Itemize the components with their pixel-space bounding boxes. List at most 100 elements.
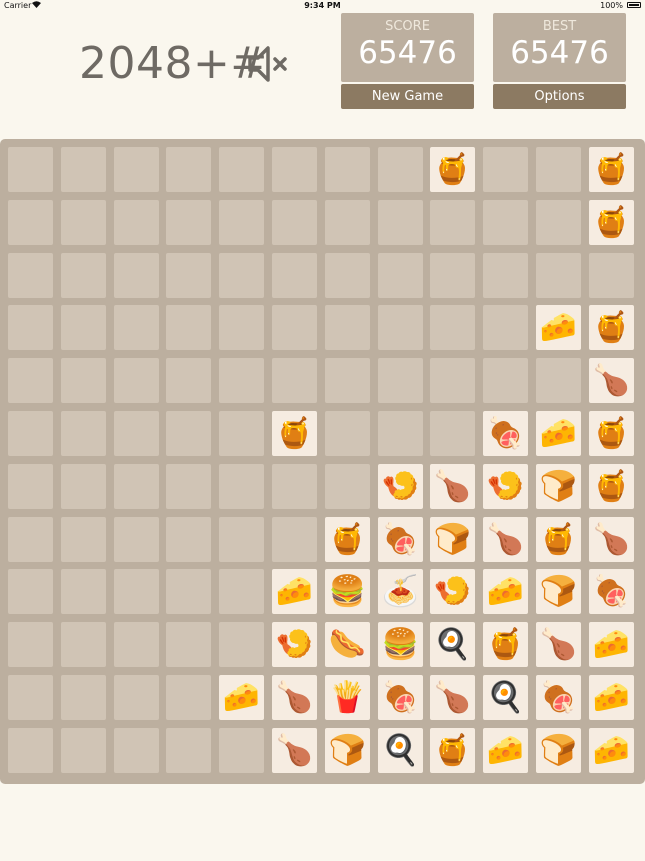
empty-cell: [114, 305, 159, 350]
empty-cell: [61, 200, 106, 245]
empty-cell: [219, 305, 264, 350]
empty-cell: [325, 200, 370, 245]
empty-cell: [61, 464, 106, 509]
empty-cell: [378, 147, 423, 192]
meat-on-bone-tile: 🍖: [483, 411, 528, 456]
empty-cell: [8, 358, 53, 403]
options-button[interactable]: Options: [493, 84, 626, 109]
score-box: SCORE 65476: [341, 13, 474, 82]
empty-cell: [61, 253, 106, 298]
fried-shrimp-tile: 🍤: [483, 464, 528, 509]
empty-cell: [219, 411, 264, 456]
empty-cell: [430, 358, 475, 403]
best-score-box: BEST 65476: [493, 13, 626, 82]
frying-pan-tile: 🍳: [483, 675, 528, 720]
cheese-tile: 🧀: [536, 411, 581, 456]
french-fries-tile: 🍟: [325, 675, 370, 720]
empty-cell: [8, 147, 53, 192]
empty-cell: [483, 305, 528, 350]
honey-pot-tile: 🍯: [589, 200, 634, 245]
best-value: 65476: [510, 35, 609, 71]
empty-cell: [272, 517, 317, 562]
empty-cell: [166, 305, 211, 350]
empty-cell: [114, 358, 159, 403]
honey-pot-tile: 🍯: [430, 728, 475, 773]
spaghetti-tile: 🍝: [378, 569, 423, 614]
empty-cell: [325, 253, 370, 298]
empty-cell: [219, 200, 264, 245]
status-bar: Carrier 9:34 PM 100%: [0, 0, 645, 13]
empty-cell: [536, 253, 581, 298]
empty-cell: [61, 411, 106, 456]
empty-cell: [61, 728, 106, 773]
bread-tile: 🍞: [325, 728, 370, 773]
clock-time: 9:34 PM: [304, 1, 341, 10]
poultry-leg-tile: 🍗: [589, 517, 634, 562]
empty-cell: [114, 200, 159, 245]
cheese-tile: 🧀: [536, 305, 581, 350]
empty-cell: [430, 411, 475, 456]
empty-cell: [219, 569, 264, 614]
fried-shrimp-tile: 🍤: [378, 464, 423, 509]
poultry-leg-tile: 🍗: [272, 728, 317, 773]
empty-cell: [378, 305, 423, 350]
empty-cell: [8, 305, 53, 350]
empty-cell: [325, 305, 370, 350]
empty-cell: [272, 147, 317, 192]
honey-pot-tile: 🍯: [589, 411, 634, 456]
best-label: BEST: [542, 19, 577, 34]
bread-tile: 🍞: [430, 517, 475, 562]
empty-cell: [219, 358, 264, 403]
empty-cell: [8, 569, 53, 614]
empty-cell: [8, 464, 53, 509]
empty-cell: [166, 569, 211, 614]
empty-cell: [166, 675, 211, 720]
hot-dog-tile: 🌭: [325, 622, 370, 667]
game-board[interactable]: 🍯 🍯 🍯 🧀 🍯 🍗 🍯 🍖 🧀 🍯 🍤 🍗 🍤 🍞 🍯 🍯 🍖 🍞 🍗 🍯 🍗 🧀 🍔 🍝 🍤 🧀 🍞 🍖 🍤 🌭 🍔 🍳 🍯 🍗 🧀 🧀 🍗 🍟 🍖 🍗…: [0, 139, 645, 784]
meat-on-bone-tile: 🍖: [536, 675, 581, 720]
empty-cell: [536, 147, 581, 192]
empty-cell: [8, 622, 53, 667]
empty-cell: [114, 517, 159, 562]
empty-cell: [272, 358, 317, 403]
empty-cell: [430, 200, 475, 245]
cheese-tile: 🧀: [483, 728, 528, 773]
game-title: 2048+#: [79, 38, 268, 89]
empty-cell: [61, 305, 106, 350]
honey-pot-tile: 🍯: [325, 517, 370, 562]
empty-cell: [219, 728, 264, 773]
empty-cell: [61, 622, 106, 667]
fried-shrimp-tile: 🍤: [430, 569, 475, 614]
empty-cell: [166, 464, 211, 509]
empty-cell: [114, 675, 159, 720]
empty-cell: [8, 517, 53, 562]
score-label: SCORE: [385, 19, 430, 34]
poultry-leg-tile: 🍗: [272, 675, 317, 720]
empty-cell: [378, 358, 423, 403]
empty-cell: [114, 569, 159, 614]
empty-cell: [430, 253, 475, 298]
empty-cell: [61, 147, 106, 192]
speaker-muted-icon[interactable]: [247, 44, 291, 84]
new-game-button[interactable]: New Game: [341, 84, 474, 109]
empty-cell: [536, 358, 581, 403]
empty-cell: [378, 200, 423, 245]
cheese-tile: 🧀: [272, 569, 317, 614]
cheese-tile: 🧀: [483, 569, 528, 614]
empty-cell: [430, 305, 475, 350]
empty-cell: [114, 253, 159, 298]
empty-cell: [325, 411, 370, 456]
honey-pot-tile: 🍯: [483, 622, 528, 667]
empty-cell: [536, 200, 581, 245]
empty-cell: [61, 675, 106, 720]
cheese-tile: 🧀: [589, 675, 634, 720]
empty-cell: [166, 358, 211, 403]
frying-pan-tile: 🍳: [378, 728, 423, 773]
empty-cell: [483, 358, 528, 403]
meat-on-bone-tile: 🍖: [378, 517, 423, 562]
poultry-leg-tile: 🍗: [536, 622, 581, 667]
empty-cell: [483, 253, 528, 298]
empty-cell: [114, 147, 159, 192]
empty-cell: [325, 358, 370, 403]
honey-pot-tile: 🍯: [430, 147, 475, 192]
